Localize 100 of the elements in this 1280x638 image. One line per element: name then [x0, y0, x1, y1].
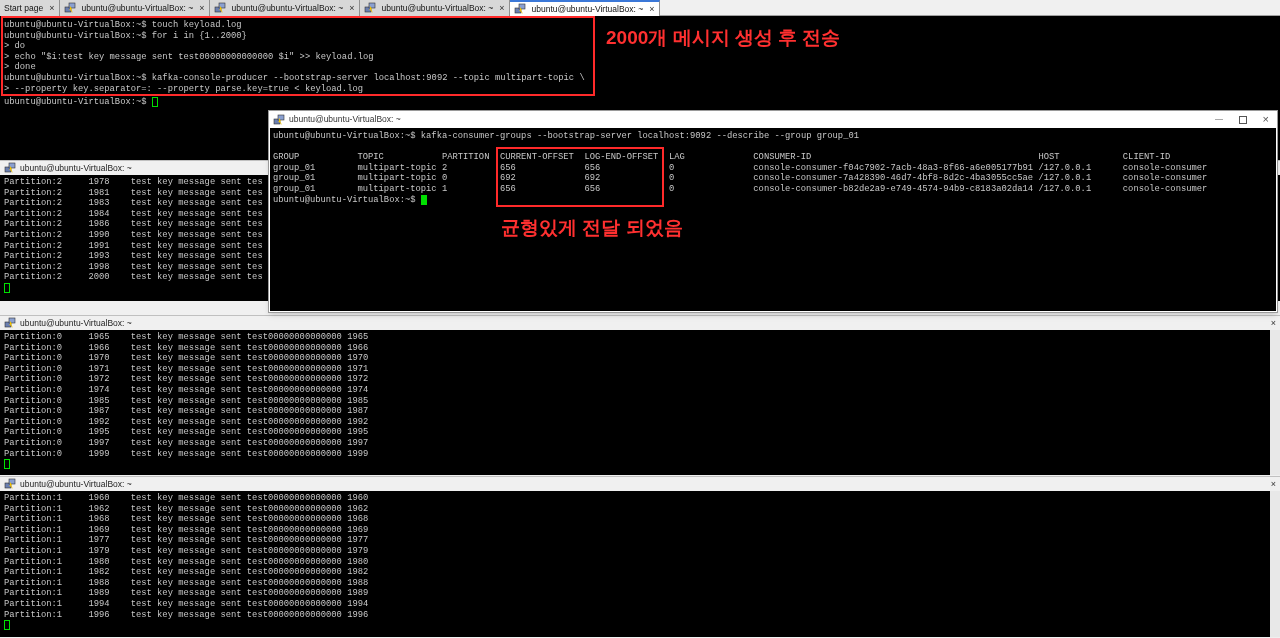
output-line: ubuntu@ubuntu-VirtualBox:~$ kafka-console-producer --bootstrap-server localhost:9092 --topic multipart-topic \	[4, 72, 585, 84]
output-line: Partition:1 1979 test key message sent test00000000000000 1979	[4, 545, 369, 557]
close-icon[interactable]: ×	[349, 2, 355, 14]
table-cell: 2	[441, 162, 448, 174]
table-cell: 0	[668, 162, 675, 174]
column-header: GROUP	[273, 152, 300, 163]
table-cell: /127.0.0.1	[1038, 173, 1092, 184]
output-line: Partition:1 1982 test key message sent test00000000000000 1982	[4, 567, 369, 578]
scrollbar[interactable]	[1270, 491, 1280, 637]
output-line: ubuntu@ubuntu-VirtualBox:~$	[4, 97, 147, 108]
scrollbar[interactable]	[1270, 330, 1280, 475]
output-line: Partition:0 1970 test key message sent test00000000000000 1970	[4, 353, 369, 364]
output-line: Partition:1 1960 test key message sent test00000000000000 1960	[4, 493, 369, 504]
terminal-icon	[63, 2, 76, 14]
output-line: Partition:1 1994 test key message sent test00000000000000 1994	[4, 598, 369, 610]
table-cell: 656	[584, 183, 601, 195]
output-line: > echo "$i:test key message sent test00000000000000 $i" >> keyload.log	[4, 51, 374, 62]
output-line: Partition:1 1989 test key message sent test00000000000000 1989	[4, 588, 369, 599]
output-line: Partition:2 1984 test key message sent tes	[4, 208, 263, 219]
terminal-icon	[213, 2, 226, 14]
close-icon[interactable]: ×	[1262, 114, 1269, 125]
output-line: Partition:1 1968 test key message sent test00000000000000 1968	[4, 514, 369, 525]
close-icon[interactable]: ×	[199, 2, 205, 14]
output-line: Partition:0 1992 test key message sent test00000000000000 1992	[4, 416, 369, 427]
output-line: > done	[4, 62, 36, 73]
terminal-icon	[4, 162, 16, 174]
table-cell: group_01	[273, 173, 316, 184]
tab[interactable]: ubuntu@ubuntu-VirtualBox: ~ ×	[209, 0, 360, 16]
output-line: Partition:1 1969 test key message sent test00000000000000 1969	[4, 524, 369, 535]
output-line: Partition:1 1977 test key message sent test00000000000000 1977	[4, 535, 369, 546]
table-cell-text: console-consumer	[1122, 162, 1208, 173]
table-cell: group_01	[273, 183, 316, 195]
table-cell: 692	[584, 173, 601, 184]
table-cell: multipart-topic	[357, 173, 437, 184]
output-line: Partition:1 1988 test key message sent test00000000000000 1988	[4, 577, 369, 588]
output-line: Partition:2 1993 test key message sent tes	[4, 251, 263, 262]
table-cell-text: /127.0.0.1	[1038, 162, 1092, 173]
column-header: PARTITION	[441, 152, 490, 163]
pane-title: ubuntu@ubuntu-VirtualBox: ~	[20, 316, 132, 330]
output-line: Partition:2 1998 test key message sent tes	[4, 261, 263, 272]
table-cell: multipart-topic	[357, 183, 437, 195]
close-icon[interactable]: ×	[649, 3, 655, 15]
column-header: LAG	[668, 152, 685, 163]
close-icon[interactable]: ×	[499, 2, 505, 14]
table-cell: 0	[668, 173, 675, 184]
output-line: Partition:1 1962 test key message sent test00000000000000 1962	[4, 503, 369, 514]
terminal-icon	[4, 317, 16, 329]
table-cell: console-consumer-7a428390-46d7-4bf8-8d2c-4ba3055cc5ae	[753, 173, 1034, 184]
output-line: Partition:2 1990 test key message sent tes	[4, 229, 263, 241]
annotation: 균형있게 전달 되었음	[501, 216, 683, 240]
table-cell: console-consumer-b82de2a9-e749-4574-94b9-c8183a02da14	[753, 183, 1034, 195]
output-line: Partition:2 1983 test key message sent tes	[4, 198, 263, 209]
output-line: Partition:2 1986 test key message sent tes	[4, 219, 263, 230]
output-line: Partition:1 1980 test key message sent test00000000000000 1980	[4, 556, 369, 567]
column-header: CONSUMER-ID	[753, 152, 812, 163]
minimize-icon[interactable]	[1214, 119, 1223, 120]
output-line: Partition:0 1972 test key message sent test00000000000000 1972	[4, 374, 369, 385]
output-line: Partition:0 1966 test key message sent test00000000000000 1966	[4, 342, 369, 353]
terminal-icon	[513, 3, 526, 15]
table-cell: /127.0.0.1	[1038, 183, 1092, 195]
output-line: Partition:0 1971 test key message sent test00000000000000 1971	[4, 363, 369, 374]
pane-title: ubuntu@ubuntu-VirtualBox: ~	[20, 477, 132, 491]
pane-title: ubuntu@ubuntu-VirtualBox: ~	[20, 161, 132, 175]
output-line: ubuntu@ubuntu-VirtualBox:~$ kafka-consumer-groups --bootstrap-server localhost:9092 --describe --group group_01	[273, 131, 859, 142]
output-line: Partition:0 1985 test key message sent test00000000000000 1985	[4, 395, 369, 406]
terminal-icon	[273, 113, 285, 126]
output-line: Partition:2 1981 test key message sent tes	[4, 187, 263, 198]
column-header: CLIENT-ID	[1122, 152, 1171, 163]
tab[interactable]: ubuntu@ubuntu-VirtualBox: ~ ×	[59, 0, 210, 16]
output-line: Partition:2 2000 test key message sent tes	[4, 272, 263, 283]
output-line: Partition:0 1965 test key message sent test00000000000000 1965	[4, 332, 369, 343]
tab[interactable]: Start page ×	[0, 0, 60, 16]
output-line: Partition:0 1995 test key message sent test00000000000000 1995	[4, 427, 369, 438]
column-header: CURRENT-OFFSET	[499, 152, 574, 163]
output-line: > do	[4, 41, 26, 52]
close-icon[interactable]: ×	[1270, 318, 1276, 328]
table-cell: group_01	[273, 162, 316, 174]
close-icon[interactable]: ×	[49, 2, 55, 14]
table-cell: 656	[499, 183, 516, 195]
tab[interactable]: ubuntu@ubuntu-VirtualBox: ~ ×	[359, 0, 510, 16]
table-cell: 656	[499, 162, 516, 174]
output-line: > --property key.separator=: --property parse.key=true < keyload.log	[4, 83, 363, 95]
terminal-icon	[363, 2, 376, 14]
column-header: LOG-END-OFFSET	[584, 152, 659, 163]
output-line: Partition:0 1997 test key message sent test00000000000000 1997	[4, 437, 369, 449]
column-header: HOST	[1038, 152, 1060, 163]
table-cell: 656	[584, 162, 601, 174]
tab[interactable]: ubuntu@ubuntu-VirtualBox: ~ ×	[509, 0, 660, 16]
table-cell: 0	[668, 183, 675, 195]
output-line: Partition:0 1974 test key message sent test00000000000000 1974	[4, 384, 369, 396]
output-line: Partition:0 1999 test key message sent test00000000000000 1999	[4, 448, 369, 460]
maximize-icon[interactable]	[1238, 115, 1247, 124]
output-line: Partition:2 1978 test key message sent tes	[4, 177, 263, 188]
annotation: 2000개 메시지 생성 후 전송	[606, 26, 841, 50]
table-cell: console-consumer	[1122, 173, 1208, 184]
close-icon[interactable]: ×	[1270, 479, 1276, 489]
output-line: Partition:1 1996 test key message sent test00000000000000 1996	[4, 609, 369, 621]
output-line: Partition:2 1991 test key message sent tes	[4, 240, 263, 251]
table-cell: 0	[441, 173, 448, 184]
output-line: ubuntu@ubuntu-VirtualBox:~$ for i in {1..2000}	[4, 30, 247, 41]
